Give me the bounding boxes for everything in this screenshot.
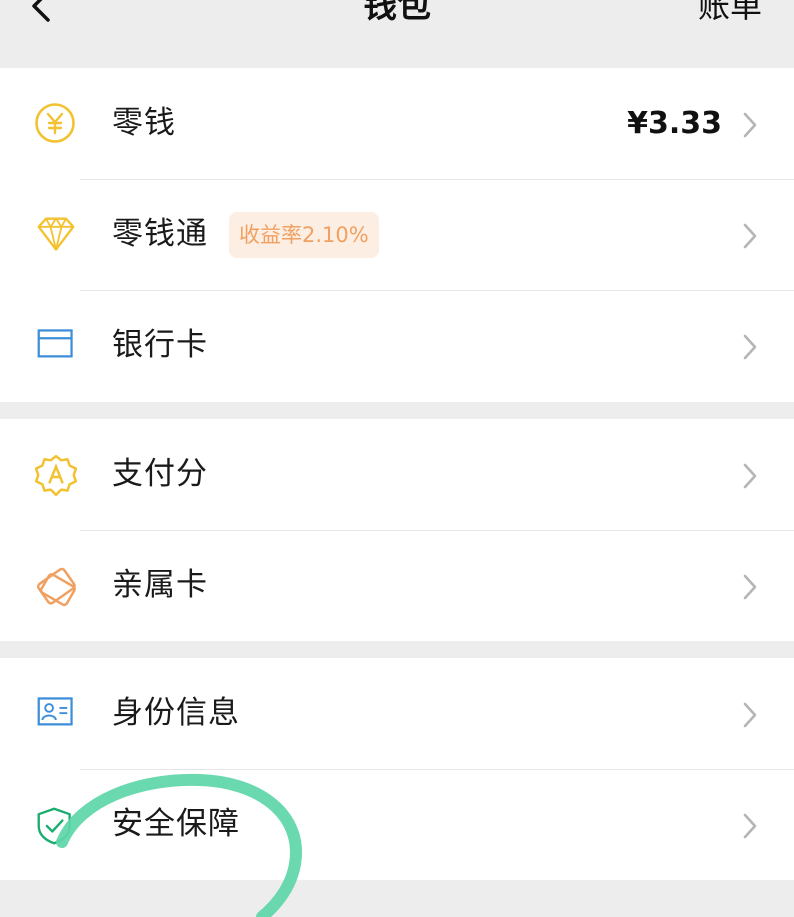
yuan-coin-icon — [35, 103, 75, 143]
row-security-guarantee[interactable]: 安全保障 — [0, 769, 794, 880]
diamond-icon — [37, 217, 75, 251]
wallet-group-credit: 支付分 亲属卡 — [0, 419, 794, 641]
row-label: 支付分 — [112, 456, 208, 492]
chevron-right-icon — [743, 334, 757, 360]
row-pay-score[interactable]: 支付分 — [0, 419, 794, 530]
row-label: 银行卡 — [112, 327, 208, 363]
row-family-card[interactable]: 亲属卡 — [0, 530, 794, 641]
family-card-icon — [36, 567, 76, 607]
chevron-right-icon — [743, 463, 757, 489]
bank-card-icon — [37, 329, 73, 358]
chevron-right-icon — [743, 574, 757, 600]
row-label: 身份信息 — [112, 695, 240, 731]
row-label: 零钱 — [112, 105, 176, 141]
shield-check-icon — [37, 807, 71, 845]
bill-button[interactable]: 账单 — [698, 0, 762, 26]
chevron-right-icon — [743, 813, 757, 839]
row-bank-card[interactable]: 银行卡 — [0, 290, 794, 401]
pay-score-badge-icon — [34, 454, 78, 497]
row-label: 零钱通 — [112, 216, 208, 252]
chevron-right-icon — [743, 112, 757, 138]
navigation-bar: 钱包 账单 — [0, 0, 794, 68]
page-title: 钱包 — [363, 0, 431, 26]
row-lingqiantong[interactable]: 零钱通 收益率2.10% — [0, 179, 794, 290]
wallet-group-security: 身份信息 安全保障 — [0, 658, 794, 880]
balance-value: ¥3.33 — [627, 106, 722, 141]
row-identity-info[interactable]: 身份信息 — [0, 658, 794, 769]
yield-rate-badge: 收益率2.10% — [229, 212, 379, 258]
row-label: 亲属卡 — [112, 567, 208, 603]
row-label: 安全保障 — [112, 806, 240, 842]
id-card-icon — [37, 697, 73, 726]
chevron-right-icon — [743, 223, 757, 249]
wallet-group-balance: 零钱 ¥3.33 零钱通 收益率2.10% 银行卡 — [0, 68, 794, 402]
row-change[interactable]: 零钱 ¥3.33 — [0, 68, 794, 179]
chevron-right-icon — [743, 702, 757, 728]
